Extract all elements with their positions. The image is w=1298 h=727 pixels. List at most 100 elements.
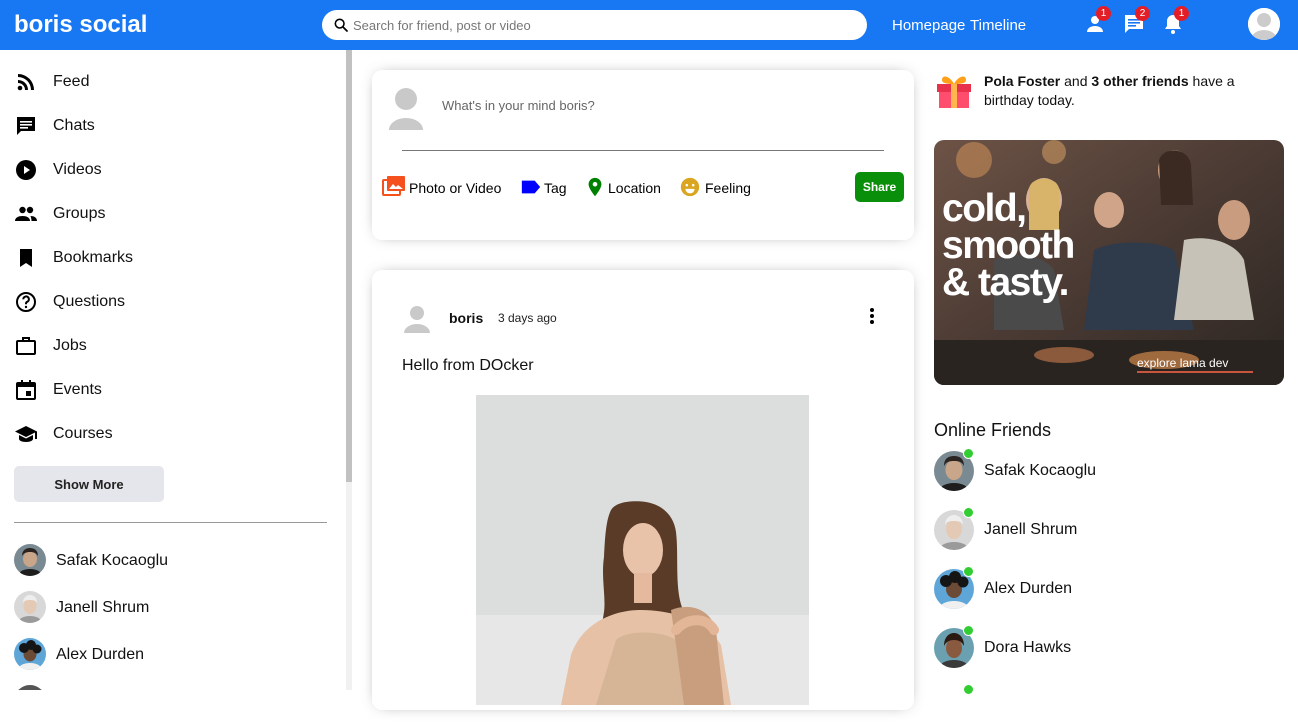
search-bar[interactable] bbox=[322, 10, 867, 40]
friend-request-badge: 1 bbox=[1096, 6, 1111, 21]
rss-icon bbox=[17, 74, 34, 91]
sidebar-item-label: Jobs bbox=[53, 337, 87, 354]
show-more-button[interactable]: Show More bbox=[14, 466, 164, 502]
sidebar: Feed Chats Videos Groups Bookmarks Quest… bbox=[0, 50, 352, 690]
option-label: Feeling bbox=[705, 180, 751, 196]
chat-badge: 2 bbox=[1135, 6, 1150, 21]
ad-subtitle: explore lama dev bbox=[1137, 356, 1229, 370]
sidebar-friend[interactable]: Safak Kocaoglu bbox=[14, 544, 314, 578]
friend-name: Alex Durden bbox=[56, 646, 145, 663]
sidebar-item-label: Courses bbox=[53, 425, 113, 442]
sidebar-item-feed[interactable]: Feed bbox=[14, 67, 314, 97]
school-icon bbox=[15, 426, 37, 442]
emoji-icon bbox=[680, 177, 700, 197]
timeline-link[interactable]: Timeline bbox=[970, 17, 1026, 34]
more-vert-icon[interactable] bbox=[862, 306, 882, 326]
sidebar-item-label: Groups bbox=[53, 205, 106, 222]
user-silhouette-icon bbox=[1248, 8, 1280, 40]
sidebar-item-chats[interactable]: Chats bbox=[14, 111, 314, 141]
sidebar-item-label: Events bbox=[53, 381, 102, 398]
sidebar-friend[interactable]: Alex Durden bbox=[14, 638, 314, 672]
online-indicator bbox=[963, 507, 974, 518]
share-input[interactable] bbox=[442, 94, 882, 116]
friend-name: Janell Shrum bbox=[56, 599, 150, 616]
location-option[interactable]: Location bbox=[584, 176, 666, 200]
sidebar-friend[interactable] bbox=[14, 685, 314, 690]
share-button[interactable]: Share bbox=[855, 172, 904, 202]
sidebar-item-videos[interactable]: Videos bbox=[14, 155, 314, 185]
ad-title: cold, smooth & tasty. bbox=[942, 187, 1075, 304]
divider bbox=[14, 522, 327, 523]
post-username[interactable]: boris bbox=[449, 310, 483, 326]
help-circle-icon bbox=[16, 292, 36, 312]
ad-title-line: & tasty. bbox=[942, 261, 1069, 304]
calendar-icon bbox=[16, 380, 36, 400]
divider bbox=[402, 150, 884, 151]
online-indicator bbox=[963, 625, 974, 636]
chat-icon bbox=[17, 117, 35, 135]
label-icon bbox=[521, 180, 541, 194]
topbar: boris social Homepage Timeline 1 2 1 bbox=[0, 0, 1298, 50]
post-date: 3 days ago bbox=[498, 311, 557, 325]
friend-name: Dora Hawks bbox=[984, 639, 1072, 656]
sidebar-item-jobs[interactable]: Jobs bbox=[14, 331, 314, 361]
search-icon bbox=[334, 18, 348, 32]
friend-name: Safak Kocaoglu bbox=[56, 552, 169, 569]
online-friend[interactable]: Dora Hawks bbox=[934, 625, 1274, 668]
option-label: Photo or Video bbox=[409, 180, 502, 196]
birthday-others[interactable]: 3 other friends bbox=[1091, 73, 1188, 89]
sidebar-item-label: Feed bbox=[53, 73, 90, 90]
friend-name: Alex Durden bbox=[984, 580, 1073, 597]
sidebar-item-questions[interactable]: Questions bbox=[14, 287, 314, 317]
tag-option[interactable]: Tag bbox=[520, 176, 570, 200]
friend-name: Janell Shrum bbox=[984, 521, 1078, 538]
sidebar-item-events[interactable]: Events bbox=[14, 375, 314, 405]
sidebar-friend[interactable]: Janell Shrum bbox=[14, 591, 314, 625]
post-image bbox=[476, 395, 809, 705]
photo-library-icon bbox=[382, 176, 405, 196]
ad-underline bbox=[1137, 371, 1253, 373]
online-friend[interactable]: Janell Shrum bbox=[934, 507, 1274, 550]
gift-icon bbox=[937, 76, 971, 108]
location-pin-icon bbox=[588, 177, 602, 197]
notification-badge: 1 bbox=[1174, 6, 1189, 21]
sidebar-scrollbar-thumb[interactable] bbox=[346, 50, 352, 482]
online-friend[interactable]: Alex Durden bbox=[934, 566, 1274, 609]
post: boris 3 days ago Hello from DOcker bbox=[372, 270, 914, 710]
avatar bbox=[14, 544, 46, 576]
share-box: Photo or Video Tag Location Feeling Shar… bbox=[372, 70, 914, 240]
user-silhouette-icon bbox=[389, 88, 423, 130]
homepage-link[interactable]: Homepage bbox=[892, 17, 965, 34]
sidebar-item-courses[interactable]: Courses bbox=[14, 419, 314, 449]
photo-video-option[interactable]: Photo or Video bbox=[382, 176, 507, 200]
feeling-option[interactable]: Feeling bbox=[679, 176, 754, 200]
ad-title-line: cold, bbox=[942, 187, 1027, 230]
sidebar-item-label: Chats bbox=[53, 117, 95, 134]
play-circle-icon bbox=[16, 160, 36, 180]
sidebar-item-groups[interactable]: Groups bbox=[14, 199, 314, 229]
search-input[interactable] bbox=[353, 10, 853, 40]
online-indicator bbox=[963, 566, 974, 577]
online-friend[interactable] bbox=[934, 684, 1274, 727]
avatar bbox=[14, 638, 46, 670]
user-silhouette-icon bbox=[404, 306, 430, 333]
profile-avatar[interactable] bbox=[1248, 8, 1280, 40]
online-friend[interactable]: Safak Kocaoglu bbox=[934, 448, 1274, 491]
post-text: Hello from DOcker bbox=[402, 357, 534, 374]
option-label: Tag bbox=[544, 180, 567, 196]
sidebar-item-label: Bookmarks bbox=[53, 249, 134, 266]
online-indicator bbox=[963, 448, 974, 459]
friend-name: Safak Kocaoglu bbox=[984, 462, 1097, 479]
bookmark-icon bbox=[20, 249, 32, 267]
online-friends-title: Online Friends bbox=[934, 420, 1052, 440]
sidebar-item-label: Videos bbox=[53, 161, 102, 178]
sidebar-item-bookmarks[interactable]: Bookmarks bbox=[14, 243, 314, 273]
ad-title-line: smooth bbox=[942, 224, 1075, 267]
birthday-notice: Pola Foster and 3 other friends have a b… bbox=[984, 72, 1274, 110]
sidebar-item-label: Questions bbox=[53, 293, 126, 310]
group-icon bbox=[15, 206, 37, 221]
ad-banner[interactable]: cold, smooth & tasty. explore lama dev bbox=[934, 140, 1284, 385]
logo[interactable]: boris social bbox=[14, 11, 147, 39]
birthday-connector: and bbox=[1060, 73, 1092, 89]
birthday-name[interactable]: Pola Foster bbox=[984, 73, 1060, 89]
